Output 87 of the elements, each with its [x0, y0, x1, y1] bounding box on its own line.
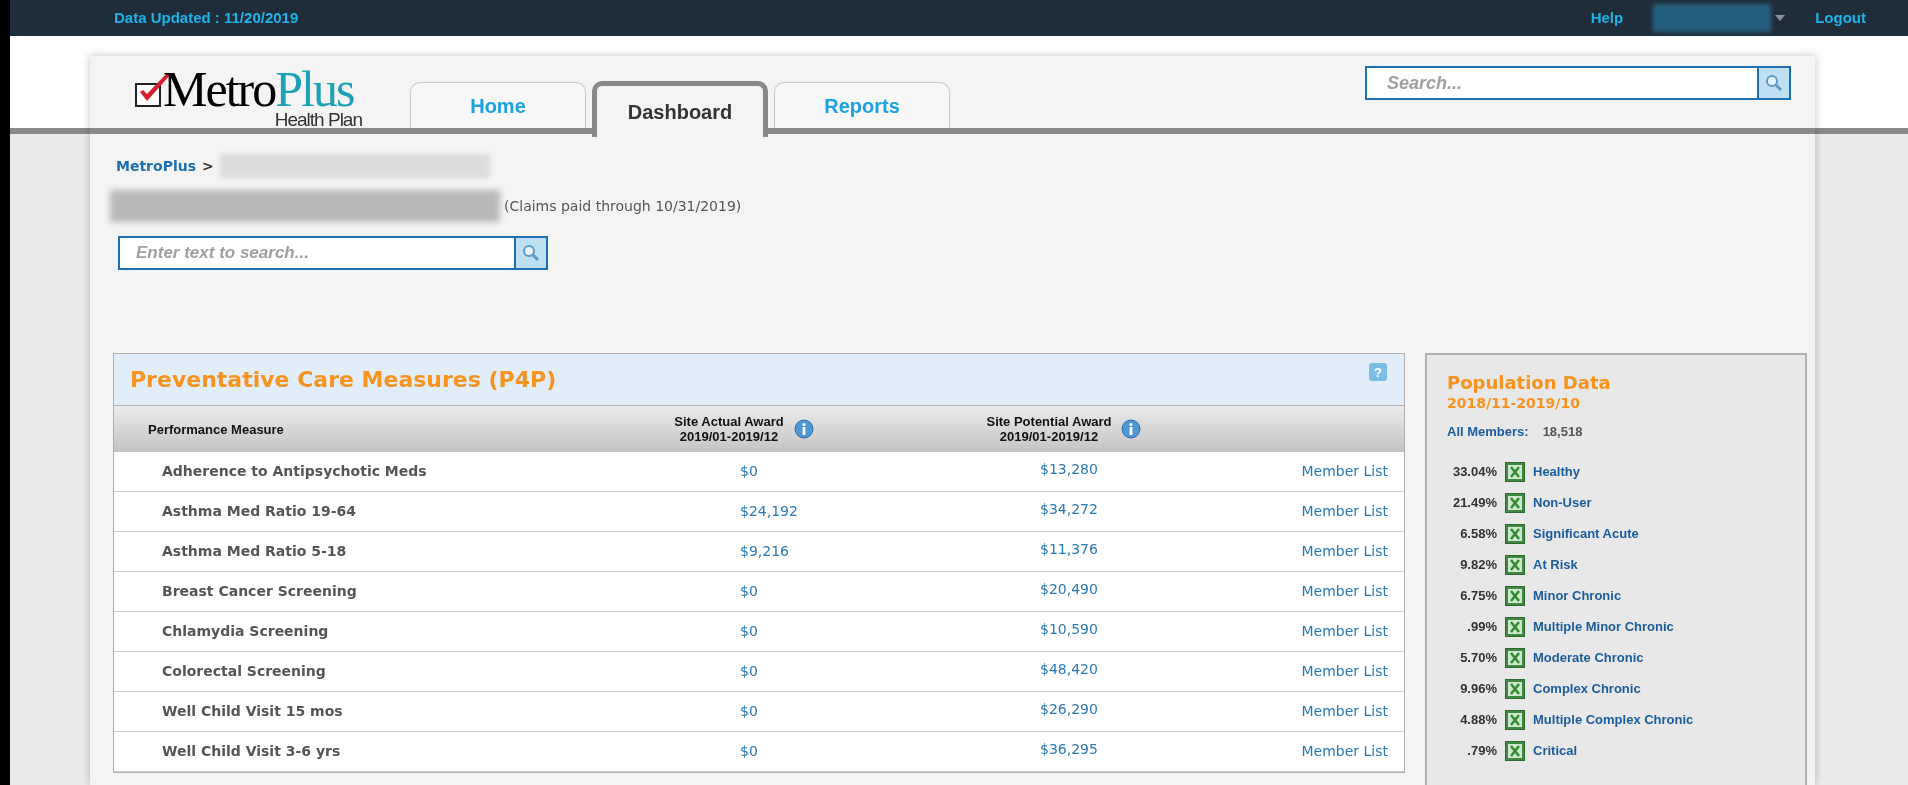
member-list-link[interactable]: Member List — [1301, 501, 1388, 522]
group-link[interactable]: Multiple Minor Chronic — [1533, 616, 1674, 637]
info-icon[interactable] — [1121, 419, 1142, 439]
population-title: Population Data — [1447, 373, 1612, 393]
group-link[interactable]: Multiple Complex Chronic — [1533, 709, 1694, 730]
actual-award: $0 — [739, 742, 759, 761]
group-percent: .79% — [1466, 741, 1497, 760]
group-link[interactable]: Healthy — [1533, 461, 1580, 482]
member-list-link[interactable]: Member List — [1301, 661, 1388, 682]
group-link[interactable]: Critical — [1533, 740, 1578, 761]
member-list-link[interactable]: Member List — [1301, 541, 1388, 562]
panel-title: Preventative Care Measures (P4P) — [130, 366, 557, 394]
actual-award: $0 — [739, 622, 759, 641]
potential-award: $48,420 — [1039, 660, 1099, 679]
spreadsheet-icon[interactable] — [1505, 492, 1525, 513]
search-field[interactable]: Search... — [1365, 66, 1757, 100]
spreadsheet-icon[interactable] — [1505, 678, 1525, 699]
potential-award: $36,295 — [1039, 740, 1099, 759]
spreadsheet-icon[interactable] — [1505, 616, 1525, 637]
group-link[interactable]: Non-User — [1533, 492, 1592, 513]
potential-award: $26,290 — [1039, 700, 1099, 719]
potential-award: $13,280 — [1039, 460, 1099, 479]
group-percent: 6.58% — [1459, 524, 1497, 543]
column-header: Site Potential Award 2019/01-2019/12 — [986, 414, 1112, 444]
member-list-link[interactable]: Member List — [1301, 581, 1388, 602]
measure-name: Adherence to Antipsychotic Meds — [161, 462, 428, 481]
actual-award: $0 — [739, 462, 759, 481]
search-icon — [522, 244, 540, 262]
spreadsheet-icon[interactable] — [1505, 461, 1525, 482]
group-link[interactable]: At Risk — [1533, 554, 1578, 575]
spreadsheet-icon[interactable] — [1505, 647, 1525, 668]
claims-note: (Claims paid through 10/31/2019) — [504, 196, 742, 216]
group-percent: 9.82% — [1459, 555, 1497, 574]
potential-award: $10,590 — [1039, 620, 1099, 639]
spreadsheet-icon[interactable] — [1505, 709, 1525, 730]
search-button[interactable] — [514, 236, 548, 270]
column-header: Performance Measure — [148, 421, 284, 437]
actual-award: $0 — [739, 662, 759, 681]
group-percent: 5.70% — [1459, 648, 1497, 667]
search-button[interactable] — [1757, 66, 1791, 100]
member-list-link[interactable]: Member List — [1301, 621, 1388, 642]
actual-award: $24,192 — [739, 502, 799, 521]
potential-award: $34,272 — [1039, 500, 1099, 519]
group-percent: 9.96% — [1459, 679, 1497, 698]
measure-name: Breast Cancer Screening — [161, 582, 358, 601]
tab[interactable]: Dashboard — [592, 81, 768, 137]
measure-name: Chlamydia Screening — [161, 622, 330, 641]
caret-icon — [1775, 15, 1786, 21]
logout-link[interactable]: Logout — [1815, 6, 1866, 30]
actual-award: $9,216 — [739, 542, 790, 561]
all-members-label: All Members: — [1447, 423, 1529, 441]
group-percent: 6.75% — [1459, 586, 1497, 605]
potential-award: $11,376 — [1039, 540, 1099, 559]
member-list-link[interactable]: Member List — [1301, 701, 1388, 722]
measure-name: Well Child Visit 3-6 yrs — [161, 742, 342, 761]
measure-name: Colorectal Screening — [161, 662, 327, 681]
member-list-link[interactable]: Member List — [1301, 461, 1388, 482]
actual-award: $0 — [739, 702, 759, 721]
group-link[interactable]: Minor Chronic — [1533, 585, 1622, 606]
search-field[interactable]: Enter text to search... — [118, 236, 514, 270]
help-link[interactable]: Help — [1590, 6, 1624, 30]
potential-award: $20,490 — [1039, 580, 1099, 599]
group-percent: .99% — [1466, 617, 1497, 636]
search-icon — [1765, 74, 1783, 92]
population-period: 2018/11-2019/10 — [1447, 394, 1581, 413]
group-percent: 21.49% — [1451, 493, 1497, 512]
measure-name: Asthma Med Ratio 19-64 — [161, 502, 358, 521]
info-icon[interactable] — [793, 419, 814, 439]
spreadsheet-icon[interactable] — [1505, 740, 1525, 761]
group-link[interactable]: Significant Acute — [1533, 523, 1639, 544]
actual-award: $0 — [739, 582, 759, 601]
logo-text: Metro — [163, 61, 276, 117]
group-link[interactable]: Complex Chronic — [1533, 678, 1641, 699]
group-percent: 33.04% — [1451, 462, 1497, 481]
all-members-value: 18,518 — [1542, 423, 1583, 441]
spreadsheet-icon[interactable] — [1505, 523, 1525, 544]
member-list-link[interactable]: Member List — [1301, 741, 1388, 762]
measure-name: Asthma Med Ratio 5-18 — [161, 542, 348, 561]
data-updated-text: Data Updated : 11/20/2019 — [114, 7, 299, 28]
spreadsheet-icon[interactable] — [1505, 585, 1525, 606]
breadcrumb-link[interactable]: MetroPlus — [116, 155, 196, 177]
column-header: Site Actual Award 2019/01-2019/12 — [674, 414, 784, 444]
spreadsheet-icon[interactable] — [1505, 554, 1525, 575]
measure-name: Well Child Visit 15 mos — [161, 702, 344, 721]
group-percent: 4.88% — [1459, 710, 1497, 729]
breadcrumb-separator: > — [202, 156, 214, 176]
group-link[interactable]: Moderate Chronic — [1533, 647, 1644, 668]
